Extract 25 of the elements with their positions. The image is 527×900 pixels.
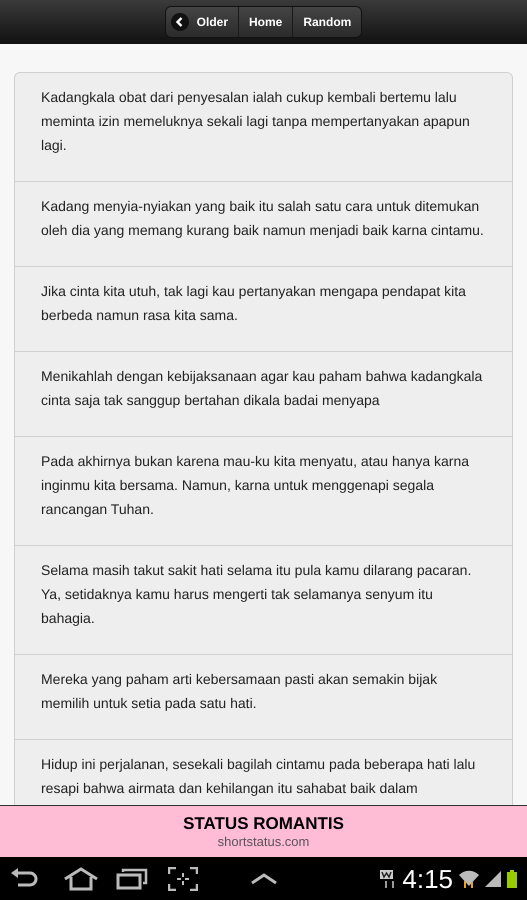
quote-text: Jika cinta kita utuh, tak lagi kau pertanyakan mengapa pendapat kita berbeda namun rasa kita sama. xyxy=(41,282,467,325)
banner-subtitle: shortstatus.com xyxy=(218,834,310,850)
banner[interactable]: STATUS ROMANTIS shortstatus.com xyxy=(0,805,527,857)
nav-button[interactable]: Random xyxy=(292,7,362,37)
back-icon[interactable] xyxy=(10,868,38,890)
quote-text: Pada akhirnya bukan karena mau-ku kita menyatu, atau hanya karna inginmu kita bersama. Namun, karna untuk menggenapi segala rancangan Tuhan. xyxy=(41,452,470,519)
signal-icon xyxy=(485,870,501,886)
banner-title: STATUS ROMANTIS xyxy=(183,814,344,834)
quote-text: Mereka yang paham arti kebersamaan pasti akan semakin bijak memilih untuk setia pada satu hati. xyxy=(41,670,438,713)
battery-icon xyxy=(507,870,517,888)
recent-apps-icon[interactable] xyxy=(116,868,148,890)
quote-text: Kadang menyia-nyiakan yang baik itu salah satu cara untuk ditemukan oleh dia yang memang kurang baik namun menjadi baik karna cintamu. xyxy=(41,197,485,240)
quote-text: Menikahlah dengan kebijaksanaan agar kau paham bahwa kadangkala cinta saja tak sanggup bertahan dikala badai menyapa xyxy=(41,367,484,410)
clock: 4:15 xyxy=(402,864,453,894)
notification-icon xyxy=(380,870,396,888)
chevron-left-icon xyxy=(170,13,189,31)
caret-up-icon[interactable] xyxy=(250,872,278,884)
quote-text: Kadangkala obat dari penyesalan ialah cukup kembali bertemu lalu meminta izin memeluknya sekali lagi tanpa mempertanyakan apapun lagi. xyxy=(41,88,471,155)
back-button[interactable]: Older xyxy=(166,7,238,37)
quote-text: Selama masih takut sakit hati selama itu pula kamu dilarang pacaran. Ya, setidaknya kamu harus mengerti tak selamanya senyum itu bahagia. xyxy=(41,561,472,628)
screenshot-icon[interactable] xyxy=(168,866,198,890)
quote-text: Hidup ini perjalanan, sesekali bagilah cintamu pada beberapa hati lalu resapi bahwa airmata dan kehilangan itu sahabat baik dalam xyxy=(41,755,476,798)
wifi-icon xyxy=(459,868,479,888)
nav-button[interactable]: Home xyxy=(238,7,292,37)
home-icon[interactable] xyxy=(63,866,99,890)
